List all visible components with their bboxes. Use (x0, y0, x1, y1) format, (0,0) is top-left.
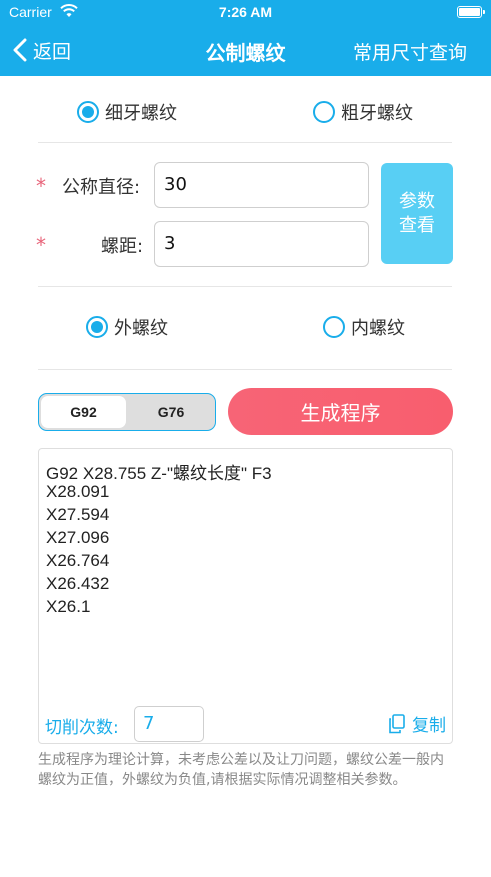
segment-g92[interactable]: G92 (41, 396, 126, 428)
radio-unchecked-icon (323, 316, 345, 338)
clock: 7:26 AM (218, 4, 273, 20)
disclaimer-note: 生成程序为理论计算，未考虑公差以及让刀问题，螺纹公差一般内螺纹为正值，外螺纹为负… (38, 752, 444, 788)
cut-count-input[interactable]: 7 (134, 706, 204, 742)
thread-side-group: 外螺纹 内螺纹 (0, 307, 491, 347)
radio-checked-icon (77, 101, 99, 123)
radio-label: 外螺纹 (114, 318, 168, 339)
param-button-line2: 查看 (399, 214, 435, 236)
radio-label: 细牙螺纹 (105, 103, 177, 124)
radio-coarse-thread[interactable]: 粗牙螺纹 (313, 92, 413, 132)
copy-button[interactable]: 复制 (388, 711, 446, 736)
segment-g76[interactable]: G76 (127, 394, 215, 430)
divider (38, 142, 452, 143)
radio-internal-thread[interactable]: 内螺纹 (323, 307, 405, 347)
code-line: X26.764 (46, 551, 110, 570)
required-asterisk: * (36, 233, 46, 257)
radio-fine-thread[interactable]: 细牙螺纹 (77, 92, 177, 132)
view-parameters-button[interactable]: 参数 查看 (381, 163, 453, 264)
pitch-label: 螺距: (101, 236, 144, 257)
copy-label: 复制 (412, 716, 446, 736)
code-line: X27.096 (46, 528, 110, 547)
radio-label: 内螺纹 (351, 318, 405, 339)
diameter-label: 公称直径: (62, 177, 141, 198)
param-button-line1: 参数 (399, 190, 435, 212)
battery-icon (457, 6, 485, 18)
thread-type-group: 细牙螺纹 粗牙螺纹 (0, 92, 491, 132)
divider (38, 369, 452, 370)
code-line: X28.091 (46, 482, 110, 501)
thread-calculator-screen: Carrier 7:26 AM 返回 公制螺纹 常用尺寸查询 细牙螺纹 粗牙螺纹 (0, 0, 491, 877)
divider (38, 286, 452, 287)
code-line: X26.432 (46, 574, 110, 593)
code-line: X26.1 (46, 597, 91, 616)
cut-count-label: 切削次数: (45, 718, 119, 738)
common-size-lookup-button[interactable]: 常用尺寸查询 (353, 38, 467, 65)
radio-checked-icon (86, 316, 108, 338)
generate-program-button[interactable]: 生成程序 (228, 388, 453, 435)
required-asterisk: * (36, 174, 46, 198)
radio-label: 粗牙螺纹 (341, 103, 413, 124)
radio-unchecked-icon (313, 101, 335, 123)
diameter-input[interactable]: 30 (154, 162, 369, 208)
status-bar: Carrier 7:26 AM (0, 0, 491, 24)
code-line: X27.594 (46, 505, 110, 524)
pitch-input[interactable]: 3 (154, 221, 369, 267)
radio-external-thread[interactable]: 外螺纹 (86, 307, 168, 347)
code-line: G92 X28.755 Z-"螺纹长度" F3 (46, 464, 272, 483)
copy-icon (389, 713, 405, 733)
header: Carrier 7:26 AM 返回 公制螺纹 常用尺寸查询 (0, 0, 491, 76)
program-output-box[interactable]: G92 X28.755 Z-"螺纹长度" F3 X28.091 X27.594 … (38, 448, 453, 744)
mode-segmented-control: G92 G76 (38, 393, 216, 431)
